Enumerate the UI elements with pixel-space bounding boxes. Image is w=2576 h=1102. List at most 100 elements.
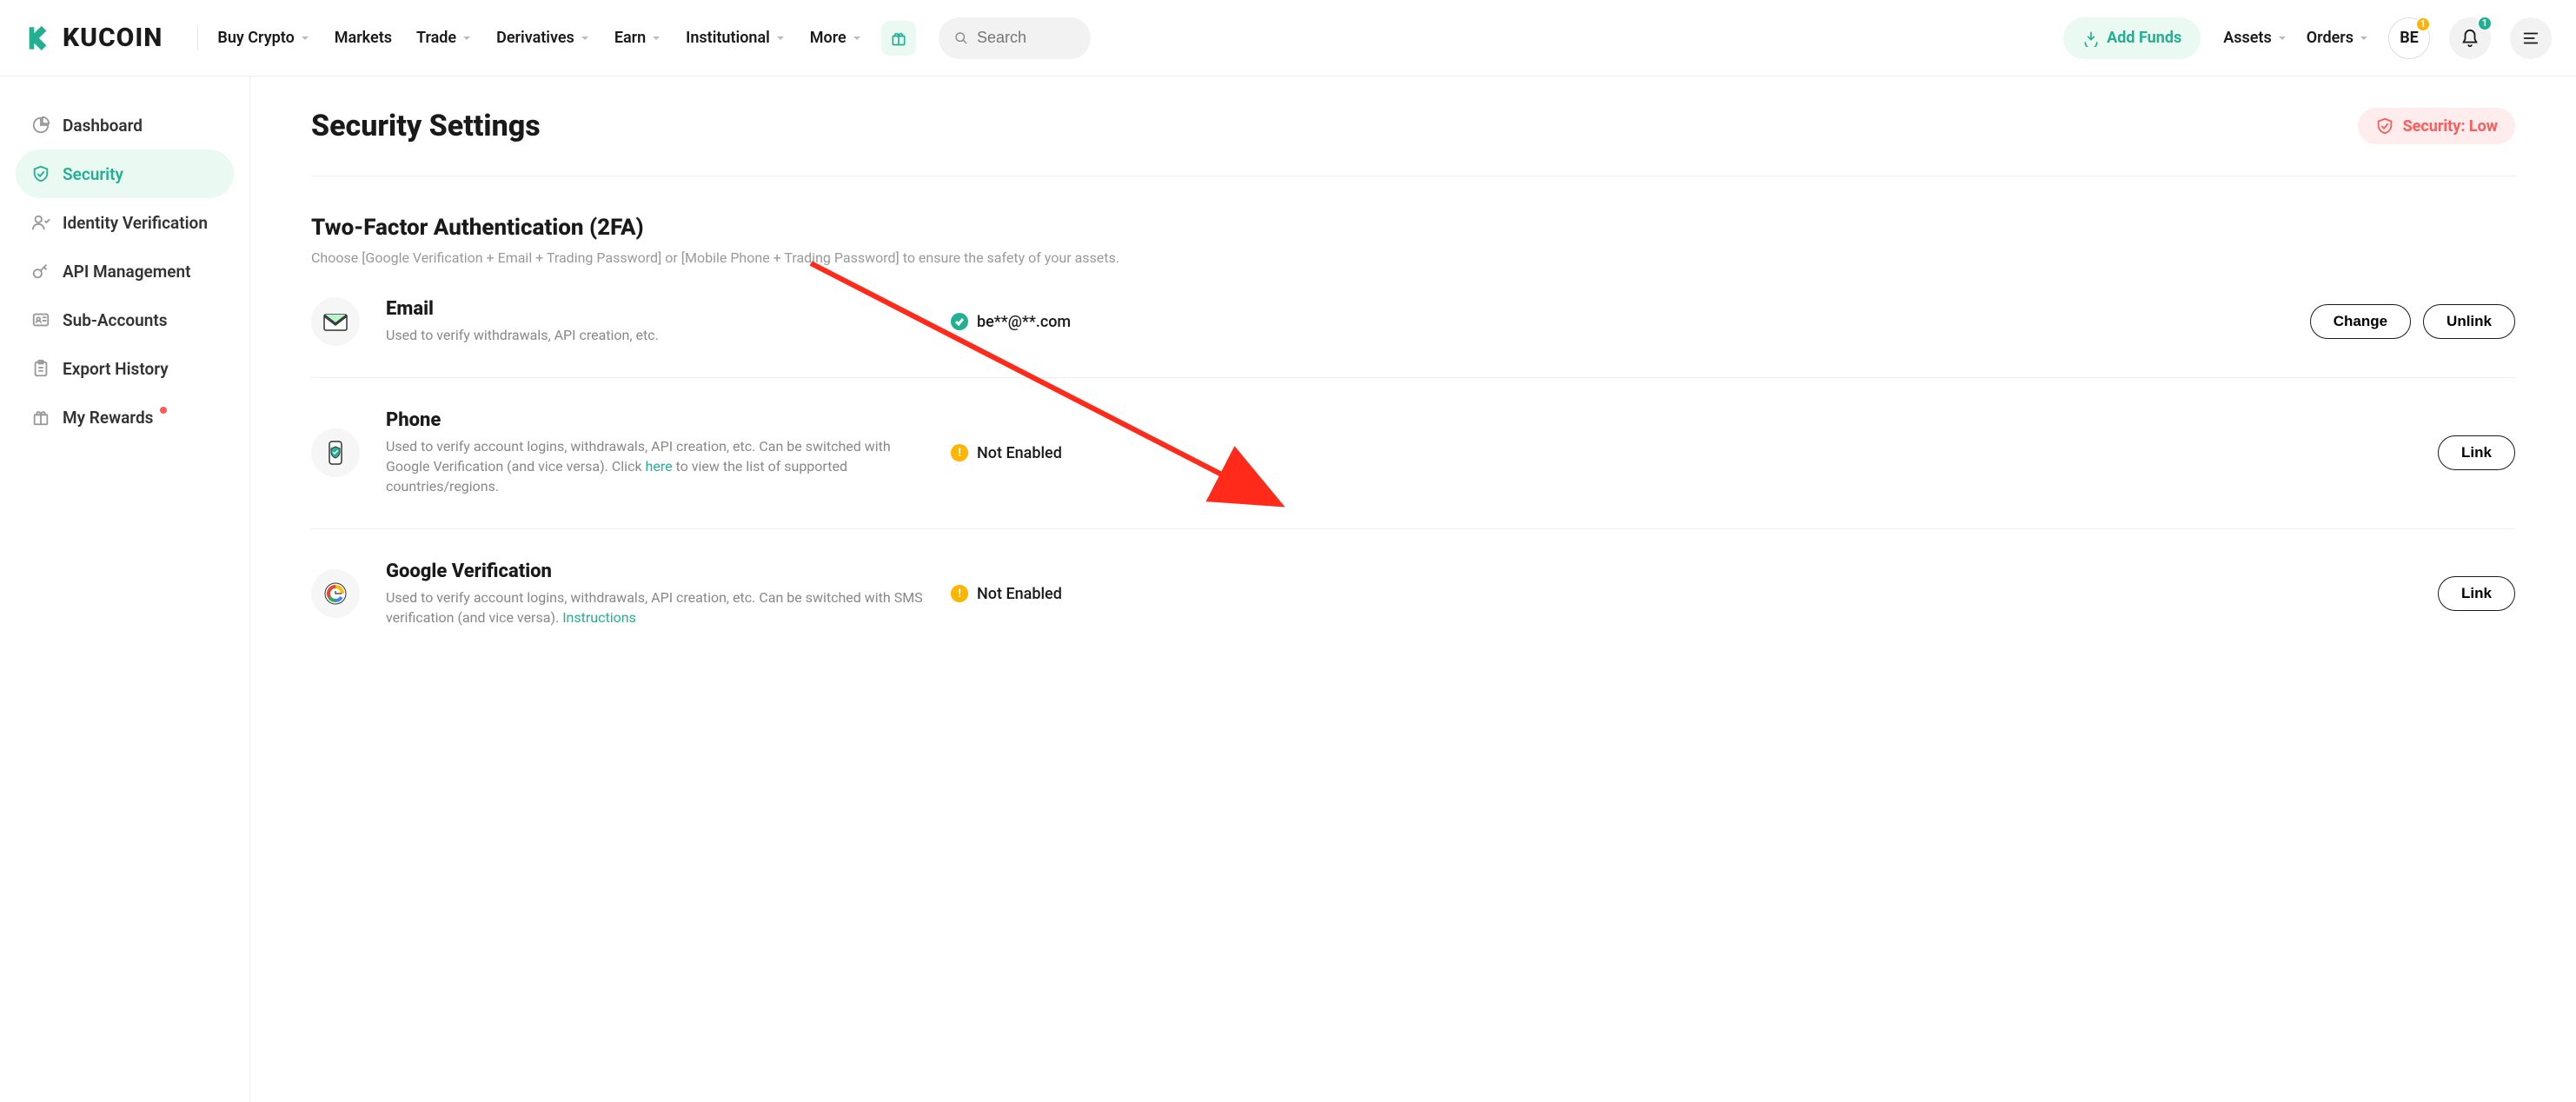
add-funds-label: Add Funds — [2107, 29, 2181, 47]
chevron-down-icon — [2359, 33, 2369, 43]
warning-circle-icon: ! — [951, 444, 968, 461]
phone-title: Phone — [386, 409, 925, 431]
security-level-badge: Security: Low — [2358, 108, 2515, 144]
phone-icon — [311, 428, 360, 477]
sidebar-item-api[interactable]: API Management — [16, 247, 234, 295]
phone-body: Phone Used to verify account logins, wit… — [386, 409, 925, 497]
gift-button[interactable] — [881, 21, 916, 56]
phone-actions: Link — [2438, 435, 2515, 470]
nav-more-label: More — [810, 29, 846, 47]
google-title: Google Verification — [386, 561, 925, 582]
email-icon — [311, 297, 360, 346]
notification-dot-icon — [160, 407, 167, 414]
avatar[interactable]: BE 1 — [2388, 17, 2430, 59]
google-desc: Used to verify account logins, withdrawa… — [386, 588, 925, 627]
users-icon — [31, 310, 50, 329]
sidebar-item-label: Sub-Accounts — [63, 310, 167, 330]
gift-icon — [31, 408, 50, 427]
chevron-down-icon — [580, 33, 590, 43]
shield-check-icon — [2375, 116, 2394, 136]
sidebar-item-identity[interactable]: Identity Verification — [16, 198, 234, 247]
top-nav: KUCOIN Buy Crypto Markets Trade Derivati… — [0, 0, 2576, 76]
notifications-button[interactable]: 1 — [2449, 17, 2491, 59]
nav-markets-label: Markets — [335, 29, 392, 47]
avatar-initials: BE — [2400, 29, 2419, 47]
email-body: Email Used to verify withdrawals, API cr… — [386, 298, 925, 345]
sidebar-item-rewards[interactable]: My Rewards — [16, 393, 234, 441]
nav-assets[interactable]: Assets — [2223, 29, 2287, 47]
gift-icon — [890, 30, 907, 47]
phone-status: ! Not Enabled — [951, 444, 2412, 462]
nav-earn-label: Earn — [614, 29, 646, 47]
chevron-down-icon — [651, 33, 661, 43]
email-desc: Used to verify withdrawals, API creation… — [386, 325, 925, 345]
chevron-down-icon — [2277, 33, 2287, 43]
google-actions: Link — [2438, 576, 2515, 611]
brand-logo[interactable]: KUCOIN — [24, 23, 163, 53]
nav-orders-label: Orders — [2307, 29, 2354, 47]
sidebar-item-label: Identity Verification — [63, 213, 208, 233]
nav-trade-label: Trade — [416, 29, 456, 47]
nav-trade[interactable]: Trade — [416, 29, 472, 47]
google-instructions-link[interactable]: Instructions — [562, 609, 636, 626]
nav-links: Buy Crypto Markets Trade Derivatives Ear… — [217, 29, 861, 47]
header-row: Security Settings Security: Low — [311, 108, 2515, 176]
google-link-button[interactable]: Link — [2438, 576, 2515, 611]
search-box[interactable] — [939, 17, 1091, 59]
menu-button[interactable] — [2510, 17, 2552, 59]
email-actions: Change Unlink — [2310, 304, 2515, 339]
key-icon — [31, 262, 50, 281]
nav-earn[interactable]: Earn — [614, 29, 661, 47]
page-title: Security Settings — [311, 109, 541, 143]
sidebar-item-label: API Management — [63, 262, 190, 282]
sidebar: Dashboard Security Identity Verification… — [0, 76, 250, 1102]
sidebar-item-export[interactable]: Export History — [16, 344, 234, 393]
sidebar-item-subaccounts[interactable]: Sub-Accounts — [16, 295, 234, 344]
sidebar-item-label: Dashboard — [63, 116, 143, 136]
nav-derivatives[interactable]: Derivatives — [496, 29, 590, 47]
nav-more[interactable]: More — [810, 29, 862, 47]
nav-markets[interactable]: Markets — [335, 29, 392, 47]
nav-buy-crypto[interactable]: Buy Crypto — [217, 29, 309, 47]
phone-link-button[interactable]: Link — [2438, 435, 2515, 470]
avatar-badge: 1 — [2415, 17, 2431, 32]
sidebar-item-label: Export History — [63, 359, 169, 379]
menu-icon — [2521, 29, 2540, 48]
email-change-button[interactable]: Change — [2310, 304, 2411, 339]
phone-desc: Used to verify account logins, withdrawa… — [386, 436, 925, 497]
google-icon — [311, 569, 360, 618]
tfa-google-row: Google Verification Used to verify accou… — [311, 529, 2515, 659]
nav-assets-label: Assets — [2223, 29, 2272, 47]
tfa-section: Two-Factor Authentication (2FA) Choose [… — [311, 176, 2515, 659]
search-input[interactable] — [977, 29, 1075, 47]
chevron-down-icon — [775, 33, 786, 43]
bell-badge: 1 — [2477, 16, 2493, 31]
search-icon — [954, 30, 968, 47]
nav-derivatives-label: Derivatives — [496, 29, 574, 47]
nav-orders[interactable]: Orders — [2307, 29, 2369, 47]
google-body: Google Verification Used to verify accou… — [386, 561, 925, 627]
nav-institutional-label: Institutional — [686, 29, 770, 47]
email-status-text: be**@**.com — [977, 313, 1071, 331]
phone-here-link[interactable]: here — [646, 458, 673, 475]
add-funds-button[interactable]: Add Funds — [2063, 17, 2201, 59]
shield-icon — [31, 164, 50, 183]
nav-institutional[interactable]: Institutional — [686, 29, 786, 47]
clipboard-icon — [31, 359, 50, 378]
chevron-down-icon — [461, 33, 472, 43]
security-level-text: Security: Low — [2403, 117, 2498, 136]
sidebar-item-dashboard[interactable]: Dashboard — [16, 101, 234, 149]
sidebar-item-label: Security — [63, 164, 123, 184]
chevron-down-icon — [300, 33, 310, 43]
sidebar-item-security[interactable]: Security — [16, 149, 234, 198]
brand-name: KUCOIN — [63, 23, 163, 53]
google-desc-before: Used to verify account logins, withdrawa… — [386, 589, 923, 626]
email-unlink-button[interactable]: Unlink — [2423, 304, 2515, 339]
tfa-subtitle: Choose [Google Verification + Email + Tr… — [311, 249, 2515, 266]
content: Security Settings Security: Low Two-Fact… — [250, 76, 2576, 1102]
bell-icon — [2460, 29, 2480, 48]
email-title: Email — [386, 298, 925, 320]
nav-right: Assets Orders BE 1 1 — [2223, 17, 2552, 59]
page: Dashboard Security Identity Verification… — [0, 76, 2576, 1102]
pie-chart-icon — [31, 116, 50, 135]
